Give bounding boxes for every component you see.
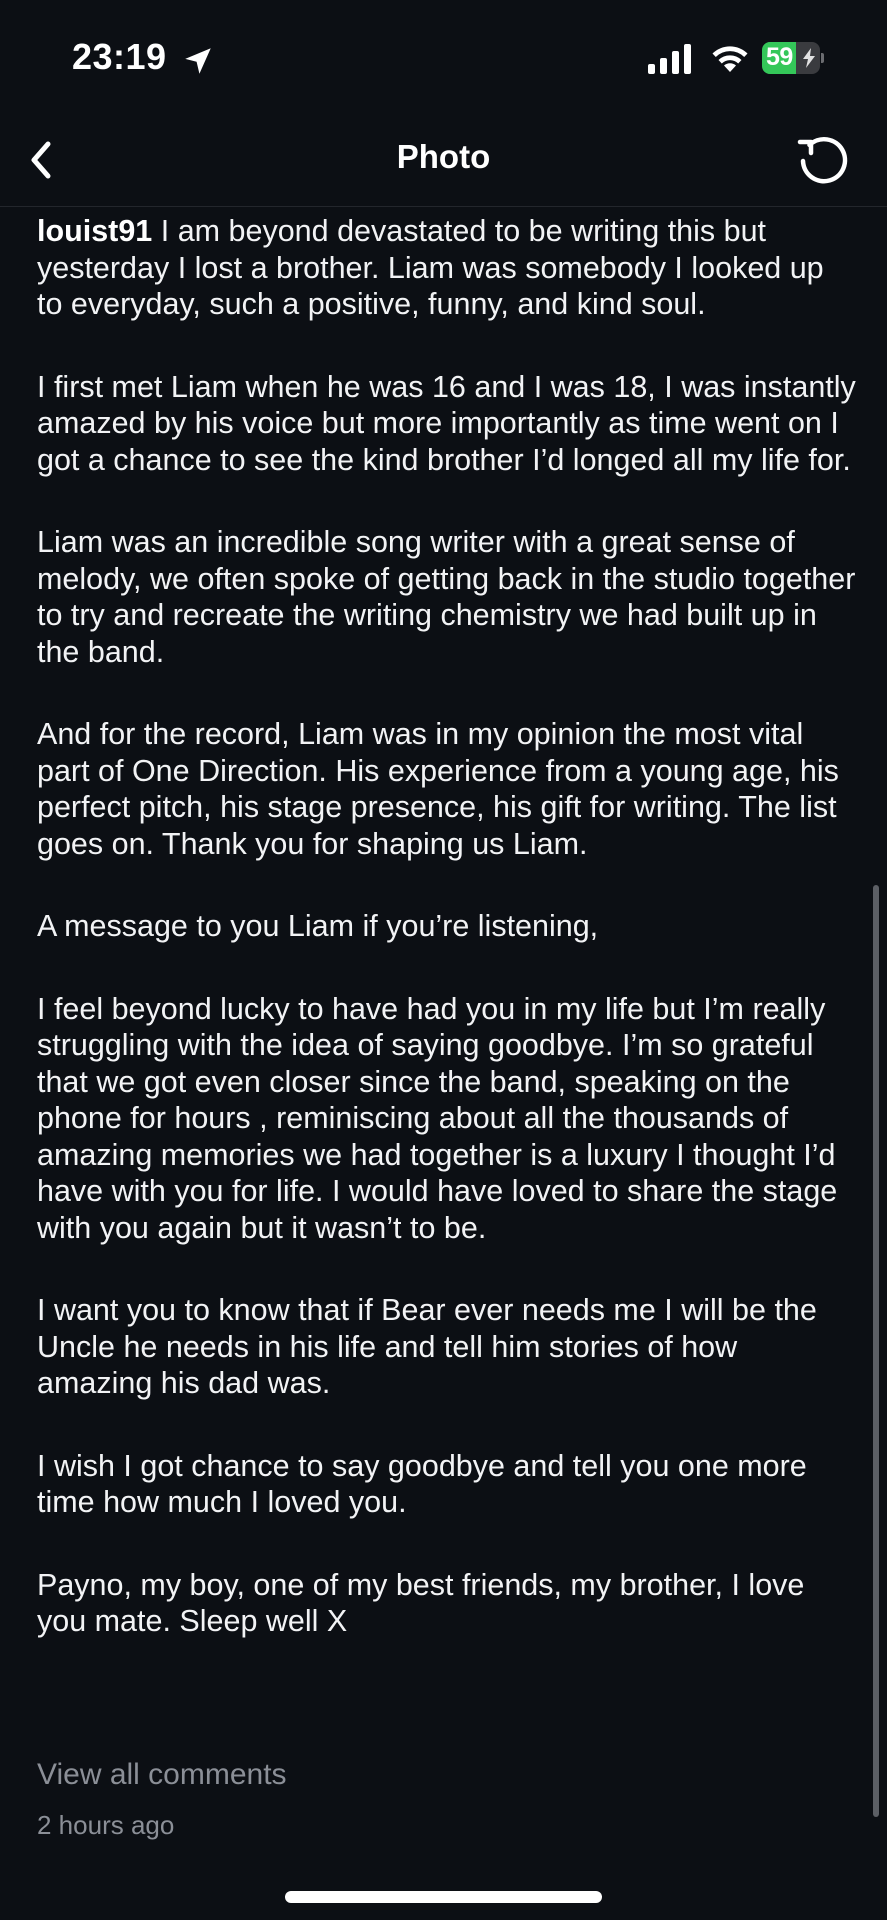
caption-paragraph: Payno, my boy, one of my best friends, m…: [37, 1567, 805, 1639]
refresh-button[interactable]: [790, 128, 854, 192]
wifi-icon: [712, 46, 748, 72]
battery-level: 59: [766, 43, 793, 71]
caption: louist91 I am beyond devastated to be wr…: [37, 213, 857, 1686]
location-arrow-icon: [185, 48, 211, 74]
battery-nub: [821, 53, 824, 63]
caption-paragraph: And for the record, Liam was in my opini…: [37, 717, 839, 861]
page-title: Photo: [396, 138, 491, 175]
refresh-icon: [797, 136, 848, 184]
post-timestamp: 2 hours ago: [37, 1810, 175, 1840]
status-time: 23:19: [72, 36, 167, 77]
caption-paragraph: Liam was an incredible song writer with …: [37, 525, 856, 669]
caption-paragraph: I want you to know that if Bear ever nee…: [37, 1293, 817, 1400]
caption-paragraph: A message to you Liam if you’re listenin…: [37, 909, 599, 943]
charging-bolt-icon: [803, 48, 815, 68]
caption-paragraph: I feel beyond lucky to have had you in m…: [37, 991, 838, 1245]
caption-paragraph: I wish I got chance to say goodbye and t…: [37, 1448, 807, 1520]
cellular-signal-icon: [648, 44, 691, 74]
battery-indicator: 59: [762, 42, 824, 74]
nav-bar: Photo: [0, 118, 887, 207]
username-link[interactable]: louist91: [37, 214, 152, 248]
caption-text: I am beyond devastated to be writing thi…: [37, 214, 824, 321]
home-indicator[interactable]: [285, 1891, 602, 1903]
caption-paragraph: I first met Liam when he was 16 and I wa…: [37, 369, 856, 477]
caption-paragraph: louist91 I am beyond devastated to be wr…: [37, 213, 857, 323]
scrollbar[interactable]: [873, 885, 879, 1817]
status-bar: 23:19 59: [0, 0, 887, 118]
view-all-comments-link[interactable]: View all comments: [37, 1758, 287, 1792]
